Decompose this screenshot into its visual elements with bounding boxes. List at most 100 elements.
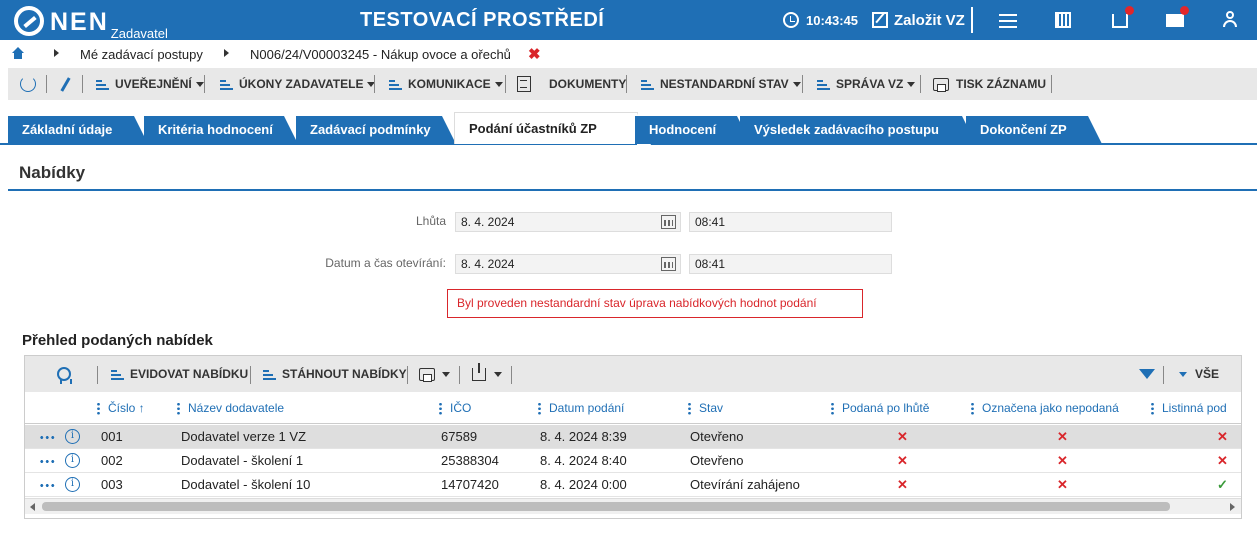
deadline-time-field[interactable]: 08:41 (689, 212, 892, 232)
cell-unsubmitted-icon: ✕ (1057, 477, 1068, 492)
cell-supplier-name: Dodavatel - školení 1 (181, 453, 304, 468)
calendar-icon[interactable] (661, 215, 676, 229)
opening-date-field[interactable]: 8. 4. 2024 (455, 254, 681, 274)
opening-time-field[interactable]: 08:41 (689, 254, 892, 274)
register-offer-button[interactable]: EVIDOVAT NABÍDKU (111, 356, 248, 392)
breadcrumb-item-current: N006/24/V00003245 - Nákup ovoce a ořechů (250, 47, 511, 62)
info-icon[interactable]: i (65, 453, 80, 468)
toolbar-publication-menu[interactable]: UVEŘEJNĚNÍ (96, 68, 204, 100)
nen-logo[interactable]: NEN Zadavatel (14, 6, 168, 41)
tab-evaluation[interactable]: Hodnocení (635, 116, 751, 144)
cell-supplier-name: Dodavatel verze 1 VZ (181, 429, 307, 444)
list-icon (263, 369, 276, 380)
tab-bar: Základní údaje Kritéria hodnocení Zadáva… (8, 112, 1257, 145)
horizontal-scrollbar[interactable] (25, 498, 1241, 514)
tab-participant-submissions[interactable]: Podání účastníků ZP (454, 112, 651, 145)
printer-icon (933, 77, 949, 92)
refresh-button[interactable] (20, 68, 36, 100)
table-row[interactable]: i 002 Dodavatel - školení 1 25388304 8. … (25, 449, 1241, 473)
grid-title: Přehled podaných nabídek (22, 332, 213, 349)
grid-header: Číslo ↑ Název dodavatele IČO Datum podán… (25, 392, 1241, 424)
column-header-submission-date[interactable]: Datum podání (538, 392, 684, 424)
opening-date-value: 8. 4. 2024 (461, 257, 515, 271)
scroll-right-icon[interactable] (1230, 503, 1235, 511)
tab-evaluation-criteria[interactable]: Kritéria hodnocení (144, 116, 298, 144)
grid-filter-button[interactable] (1139, 356, 1155, 392)
toolbar-communication-menu[interactable]: KOMUNIKACE (389, 68, 503, 100)
cell-unsubmitted-icon: ✕ (1057, 429, 1068, 444)
calendar-icon[interactable] (661, 257, 676, 271)
column-header-number[interactable]: Číslo ↑ (97, 392, 173, 424)
tab-tender-conditions[interactable]: Zadávací podmínky (296, 116, 456, 144)
cell-number: 001 (101, 429, 123, 444)
tab-basic-info[interactable]: Základní údaje (8, 116, 148, 144)
menu-icon[interactable] (998, 10, 1018, 30)
create-contract-button[interactable]: Založit VZ (872, 7, 973, 33)
calculator-icon[interactable] (1053, 11, 1073, 31)
inbox-icon[interactable] (1110, 6, 1134, 30)
award-icon (57, 367, 72, 384)
column-header-supplier-name[interactable]: Název dodavatele (177, 392, 433, 424)
cell-late-icon: ✕ (897, 477, 908, 492)
section-underline (8, 189, 1257, 191)
list-icon (641, 79, 654, 90)
cell-ico: 14707420 (441, 477, 499, 492)
logo-text: NEN (50, 8, 109, 36)
toolbar-item-label: KOMUNIKACE (408, 77, 491, 91)
mail-icon[interactable] (1165, 6, 1189, 30)
export-icon (472, 362, 486, 381)
deadline-date-value: 8. 4. 2024 (461, 215, 515, 229)
column-header-ico[interactable]: IČO (439, 392, 535, 424)
list-icon (220, 79, 233, 90)
column-header-late[interactable]: Podaná po lhůtě (831, 392, 971, 424)
deadline-date-field[interactable]: 8. 4. 2024 (455, 212, 681, 232)
cell-submission-date: 8. 4. 2024 0:00 (540, 477, 627, 492)
cell-ico: 25388304 (441, 453, 499, 468)
column-header-marked-unsubmitted[interactable]: Označena jako nepodaná (971, 392, 1151, 424)
table-row[interactable]: i 003 Dodavatel - školení 10 14707420 8.… (25, 473, 1241, 497)
breadcrumb: Mé zadávací postupy N006/24/V00003245 - … (0, 40, 1257, 68)
grid-export-menu[interactable] (472, 356, 502, 392)
cell-late-icon: ✕ (897, 453, 908, 468)
download-offers-button[interactable]: STÁHNOUT NABÍDKY (263, 356, 407, 392)
toolbar-authority-actions-menu[interactable]: ÚKONY ZADAVATELE (220, 68, 376, 100)
user-icon[interactable] (1220, 10, 1240, 30)
breadcrumb-item-my-procedures[interactable]: Mé zadávací postupy (80, 47, 203, 62)
cell-status: Otevřeno (690, 453, 744, 468)
column-header-status[interactable]: Stav (688, 392, 832, 424)
toolbar-contract-management-menu[interactable]: SPRÁVA VZ (817, 68, 916, 100)
toolbar-item-label: DOKUMENTY (549, 77, 627, 91)
info-icon[interactable]: i (65, 429, 80, 444)
toolbar-print-record-button[interactable]: TISK ZÁZNAMU (933, 68, 1046, 100)
toolbar-nonstandard-state-menu[interactable]: NESTANDARDNÍ STAV (641, 68, 801, 100)
more-actions-icon[interactable] (39, 484, 55, 487)
mail-notification-dot (1180, 6, 1189, 15)
cell-unsubmitted-icon: ✕ (1057, 453, 1068, 468)
more-actions-icon[interactable] (39, 460, 55, 463)
toolbar-item-label: SPRÁVA VZ (836, 77, 904, 91)
top-header: NEN Zadavatel TESTOVACÍ PROSTŘEDÍ 10:43:… (0, 0, 1257, 41)
tab-completion[interactable]: Dokončení ZP (966, 116, 1102, 144)
toolbar-documents-button[interactable]: DOKUMENTY (517, 68, 626, 100)
toolbar-item-label: NESTANDARDNÍ STAV (660, 77, 789, 91)
cell-number: 003 (101, 477, 123, 492)
close-icon[interactable]: ✖ (528, 45, 541, 63)
award-button[interactable] (57, 356, 72, 392)
cell-status: Otevírání zahájeno (690, 477, 800, 492)
table-row[interactable]: i 001 Dodavatel verze 1 VZ 67589 8. 4. 2… (25, 425, 1241, 449)
grid-print-menu[interactable] (419, 356, 450, 392)
cell-paper-icon: ✕ (1217, 429, 1228, 444)
logo-icon (14, 6, 44, 36)
info-icon[interactable]: i (65, 477, 80, 492)
edit-button[interactable] (60, 68, 71, 100)
filter-all-label: VŠE (1195, 367, 1220, 381)
column-header-paper-submission[interactable]: Listinná pod (1151, 392, 1241, 424)
filter-all-dropdown[interactable]: VŠE (1179, 356, 1219, 392)
section-title: Nabídky (19, 163, 86, 182)
scroll-left-icon[interactable] (30, 503, 35, 511)
scrollbar-thumb[interactable] (42, 502, 1170, 511)
main-toolbar: UVEŘEJNĚNÍ ÚKONY ZADAVATELE KOMUNIKACE D… (8, 68, 1257, 100)
more-actions-icon[interactable] (39, 436, 55, 439)
home-icon[interactable] (12, 47, 24, 59)
tab-procedure-result[interactable]: Výsledek zadávacího postupu (740, 116, 976, 144)
